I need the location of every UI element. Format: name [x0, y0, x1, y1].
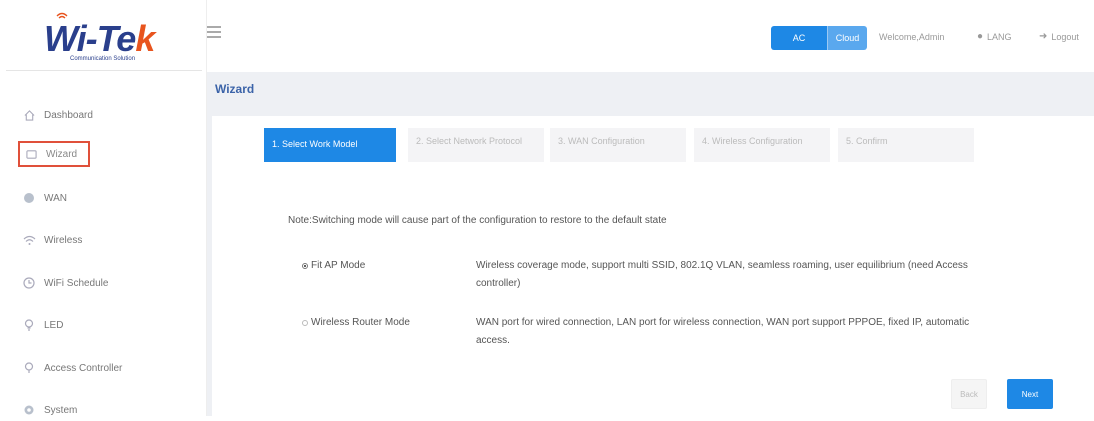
wizard-step-2[interactable]: 2. Select Network Protocol [408, 128, 544, 162]
sidebar-item-label: WAN [44, 192, 67, 204]
sidebar-item-label: LED [44, 319, 64, 331]
sidebar-item-access-controller[interactable]: Access Controller [22, 357, 122, 379]
wizard-step-4[interactable]: 4. Wireless Configuration [694, 128, 830, 162]
gear-icon [22, 403, 36, 417]
mode-ac-button[interactable]: AC [771, 26, 827, 50]
sidebar-divider [6, 70, 202, 71]
main-content: Wizard 1. Select Work Model 2. Select Ne… [207, 72, 1094, 416]
clock-icon [22, 276, 36, 290]
logout-button[interactable]: ➜ Logout [1039, 31, 1079, 42]
wizard-icon [24, 147, 38, 161]
sidebar-item-dashboard[interactable]: Dashboard [22, 104, 93, 126]
mode-option-wireless-router[interactable]: Wireless Router Mode [302, 317, 410, 329]
radio-unchecked-icon [302, 319, 308, 326]
sidebar-item-label: WiFi Schedule [44, 277, 109, 289]
sidebar-item-label: Wireless [44, 234, 83, 246]
sidebar-item-wifi-schedule[interactable]: WiFi Schedule [22, 272, 108, 294]
sidebar-item-system[interactable]: System [22, 399, 77, 421]
sidebar-item-wizard[interactable]: Wizard [18, 141, 90, 167]
controller-icon [22, 361, 36, 375]
globe-icon [22, 191, 36, 205]
lang-label: LANG [987, 31, 1012, 42]
globe-icon: ● [977, 31, 984, 42]
radio-checked-icon [302, 262, 308, 269]
sidebar-item-label: System [44, 404, 78, 416]
wifi-icon [22, 233, 36, 247]
wizard-step-3[interactable]: 3. WAN Configuration [550, 128, 686, 162]
wireless-router-radio[interactable]: Wireless Router Mode [302, 317, 410, 328]
mode-cloud-button[interactable]: Cloud [827, 26, 867, 50]
logo-text: Wi-Tek [44, 18, 155, 59]
fit-ap-radio[interactable]: Fit AP Mode [302, 260, 365, 271]
sidebar-item-led[interactable]: LED [22, 314, 63, 336]
bulb-icon [22, 318, 36, 332]
top-bar: AC Cloud Welcome,Admin ● LANG ➜ Logout [207, 0, 1094, 72]
home-icon [22, 108, 36, 122]
wizard-step-1[interactable]: 1. Select Work Model [264, 128, 396, 162]
wizard-panel: 1. Select Work Model 2. Select Network P… [212, 116, 1094, 416]
wireless-router-description: WAN port for wired connection, LAN port … [476, 317, 970, 346]
sidebar-item-label: Wizard [46, 148, 78, 160]
sidebar-item-label: Access Controller [44, 362, 123, 374]
fit-ap-description: Wireless coverage mode, support multi SS… [476, 260, 968, 289]
next-button[interactable]: Next [1007, 379, 1053, 409]
fit-ap-label: Fit AP Mode [311, 260, 366, 271]
sidebar-item-wireless[interactable]: Wireless [22, 229, 82, 251]
welcome-text: Welcome,Admin [879, 32, 945, 42]
page-title: Wizard [215, 82, 255, 96]
sidebar-item-label: Dashboard [44, 109, 93, 121]
switch-mode-note: Note:Switching mode will cause part of t… [288, 215, 667, 226]
logout-label: Logout [1051, 31, 1079, 42]
back-button[interactable]: Back [951, 379, 987, 409]
logout-icon: ➜ [1039, 31, 1048, 42]
sidebar-item-wan[interactable]: WAN [22, 187, 67, 209]
mode-option-fit-ap[interactable]: Fit AP Mode [302, 260, 365, 272]
wizard-step-5[interactable]: 5. Confirm [838, 128, 974, 162]
mode-switch: AC Cloud [771, 26, 867, 50]
sidebar: Wi-Tek Communication Solution Dashboard … [0, 0, 207, 416]
page-header: Wizard [207, 72, 1094, 112]
lang-button[interactable]: ● LANG [977, 31, 1012, 42]
wi-tek-logo: Wi-Tek Communication Solution [40, 12, 190, 64]
menu-toggle-icon[interactable] [207, 26, 221, 38]
logo-tagline: Communication Solution [70, 56, 136, 62]
wireless-router-label: Wireless Router Mode [311, 317, 410, 328]
